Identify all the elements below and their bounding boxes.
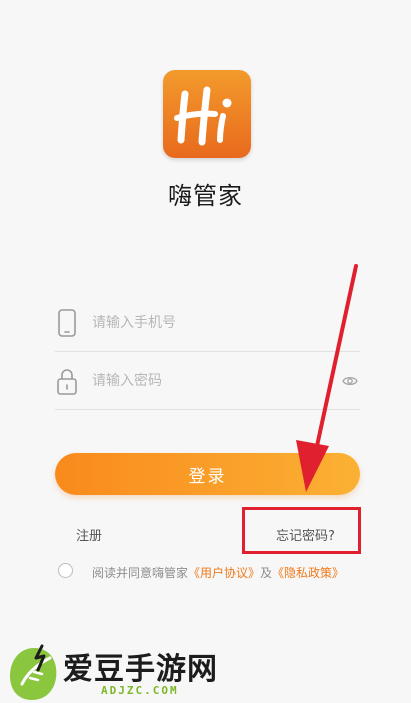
app-logo	[163, 70, 251, 158]
register-link[interactable]: 注册	[76, 525, 102, 544]
agreement-checkbox[interactable]	[58, 563, 73, 578]
annotation-highlight-box	[242, 507, 361, 554]
app-logo-glyph	[174, 86, 232, 146]
phone-icon	[58, 309, 76, 337]
user-agreement-link[interactable]: 《用户协议》	[188, 566, 260, 580]
watermark-logo-icon	[10, 644, 57, 700]
password-input[interactable]	[92, 363, 322, 399]
agreement-prefix: 阅读并同意嗨管家	[92, 566, 189, 580]
eye-icon[interactable]	[342, 373, 358, 389]
lock-icon	[57, 369, 77, 395]
watermark-title: 爱豆手游网	[63, 652, 218, 687]
watermark-domain: ADJZC.COM	[101, 684, 179, 697]
agreement-text: 阅读并同意嗨管家《用户协议》及《隐私政策》	[92, 564, 344, 581]
password-field[interactable]	[55, 353, 360, 410]
phone-field[interactable]	[55, 295, 360, 352]
privacy-policy-link[interactable]: 《隐私政策》	[272, 566, 344, 580]
watermark: 爱豆手游网 ADJZC.COM	[8, 640, 278, 702]
app-name: 嗨管家	[168, 182, 243, 210]
login-button[interactable]: 登录	[55, 453, 360, 495]
phone-input[interactable]	[92, 305, 322, 341]
agreement-conjunction: 及	[260, 566, 273, 580]
